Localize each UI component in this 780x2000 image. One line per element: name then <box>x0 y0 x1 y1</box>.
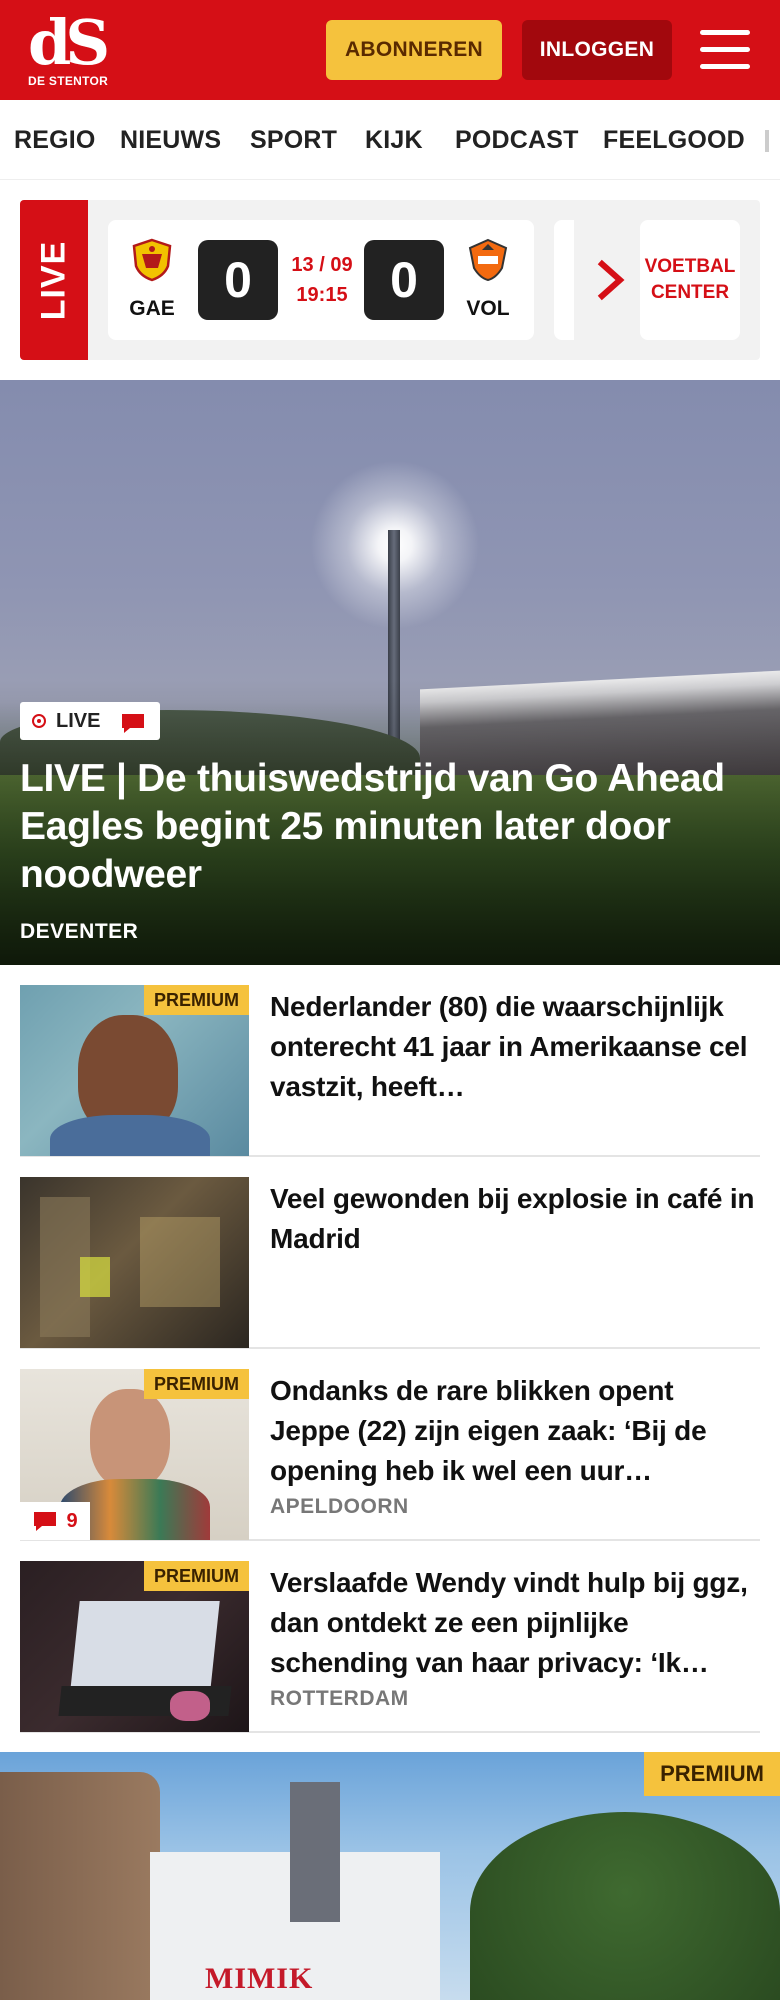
nav-item-feelgood[interactable]: FEELGOOD <box>603 126 745 155</box>
home-team-abbr: GAE <box>129 297 175 320</box>
login-button[interactable]: INLOGGEN <box>522 20 672 80</box>
live-tag-label: LIVE <box>34 240 73 320</box>
away-score: 0 <box>364 240 444 320</box>
article-thumbnail: PREMIUM <box>20 1561 249 1732</box>
article-thumbnail <box>20 1177 249 1348</box>
article-location: ROTTERDAM <box>270 1687 409 1710</box>
article-title[interactable]: Ondanks de rare blikken opent Jeppe (22)… <box>270 1371 760 1491</box>
article-item[interactable]: PREMIUM Verslaafde Wendy vindt hulp bij … <box>20 1561 760 1733</box>
premium-badge: PREMIUM <box>144 1369 249 1399</box>
site-header: dS DE STENTOR ABONNEREN INLOGGEN <box>0 0 780 100</box>
fc-volendam-crest-icon <box>468 238 508 282</box>
live-dot-icon <box>32 714 46 728</box>
home-team: GAE <box>122 238 182 321</box>
subscribe-button[interactable]: ABONNEREN <box>326 20 502 80</box>
next-match-card[interactable] <box>554 220 574 340</box>
nav-overflow-fade <box>765 130 769 152</box>
featured-article[interactable]: MIMIK PREMIUM <box>0 1752 780 2000</box>
live-badge: LIVE <box>20 702 160 740</box>
section-nav: REGIO NIEUWS SPORT KIJK PODCAST FEELGOOD <box>0 100 780 180</box>
go-ahead-eagles-crest-icon <box>132 238 172 282</box>
comment-icon <box>34 1512 57 1531</box>
article-location: APELDOORN <box>270 1495 409 1518</box>
match-card[interactable]: GAE 0 13 / 09 19:15 0 VOL <box>108 220 534 340</box>
chevron-right-icon[interactable] <box>592 256 632 304</box>
match-date: 13 / 09 <box>291 254 353 276</box>
comment-count[interactable]: 9 <box>20 1502 90 1540</box>
article-title[interactable]: Nederlander (80) die waarschijn­lijk ont… <box>270 987 760 1107</box>
logo-subtitle: DE STENTOR <box>28 74 109 88</box>
article-thumbnail: PREMIUM <box>20 985 249 1156</box>
site-logo[interactable]: dS DE STENTOR <box>28 6 118 89</box>
premium-badge: PREMIUM <box>144 1561 249 1591</box>
article-thumbnail: PREMIUM 9 <box>20 1369 249 1540</box>
hero-article[interactable]: LIVE LIVE | De thuiswedstrijd van Go Ahe… <box>0 380 780 965</box>
nav-item-sport[interactable]: SPORT <box>250 126 337 155</box>
kickoff-info: 13 / 09 19:15 <box>284 250 360 310</box>
live-score-bar: LIVE GAE 0 13 / 09 19:15 0 VOL VOETBAL C… <box>20 200 760 360</box>
nav-item-kijk[interactable]: KIJK <box>365 126 423 155</box>
away-team: VOL <box>458 238 518 321</box>
voetbal-center-button[interactable]: VOETBAL CENTER <box>640 220 740 340</box>
match-time: 19:15 <box>296 284 348 306</box>
away-team-abbr: VOL <box>466 297 510 320</box>
tree-shape <box>470 1812 780 2000</box>
home-score: 0 <box>198 240 278 320</box>
live-badge-label: LIVE <box>56 709 101 732</box>
nav-item-regio[interactable]: REGIO <box>14 126 96 155</box>
logo-mark: dS <box>28 6 110 79</box>
live-tag: LIVE <box>20 200 88 360</box>
premium-badge: PREMIUM <box>644 1752 780 1796</box>
article-item[interactable]: PREMIUM Nederlander (80) die waarschijn­… <box>20 985 760 1157</box>
article-item[interactable]: Veel gewonden bij explosie in café in Ma… <box>20 1177 760 1349</box>
comment-icon <box>122 714 144 733</box>
article-title[interactable]: Verslaafde Wendy vindt hulp bij ggz, dan… <box>270 1563 760 1683</box>
hero-location: DEVENTER <box>20 920 139 943</box>
tower-shape <box>0 1772 160 2000</box>
article-item[interactable]: PREMIUM 9 Ondanks de rare blikken opent … <box>20 1369 760 1541</box>
premium-badge: PREMIUM <box>144 985 249 1015</box>
hamburger-icon[interactable] <box>700 28 752 72</box>
nav-item-nieuws[interactable]: NIEUWS <box>120 126 221 155</box>
church-tower-shape <box>290 1782 340 1922</box>
comment-count-value: 9 <box>66 1509 78 1532</box>
article-title[interactable]: Veel gewonden bij explosie in café in Ma… <box>270 1179 760 1259</box>
nav-item-podcast[interactable]: PODCAST <box>455 126 579 155</box>
hero-title[interactable]: LIVE | De thuiswedstrijd van Go Ahead Ea… <box>20 755 760 899</box>
building-sign: MIMIK <box>205 1962 314 1995</box>
